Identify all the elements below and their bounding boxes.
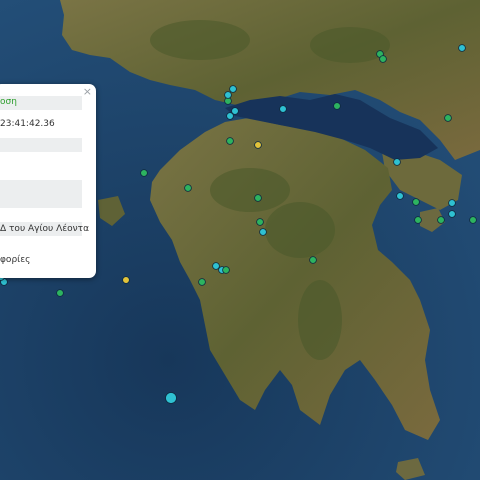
popup-title: οση [0,97,17,107]
popup-row-bg [0,138,82,152]
earthquake-marker[interactable] [184,184,192,192]
earthquake-marker[interactable] [222,266,230,274]
close-icon[interactable]: × [83,86,92,98]
earthquake-marker[interactable] [414,216,422,224]
earthquake-marker[interactable] [458,44,466,52]
earthquake-marker[interactable] [259,228,267,236]
earthquake-marker[interactable] [379,55,387,63]
earthquake-marker[interactable] [448,210,456,218]
earthquake-marker[interactable] [469,216,477,224]
earthquake-popup: οση 23:41:42.36 Δ του Αγίου Λέοντα φορίε… [0,84,96,278]
earthquake-marker[interactable] [279,105,287,113]
earthquake-marker[interactable] [256,218,264,226]
earthquake-marker[interactable] [122,276,130,284]
earthquake-marker[interactable] [412,198,420,206]
earthquake-marker[interactable] [198,278,206,286]
earthquake-marker[interactable] [448,199,456,207]
earthquake-marker[interactable] [444,114,452,122]
popup-more-link[interactable]: φορίες [0,254,30,266]
popup-location: Δ του Αγίου Λέοντα [0,224,90,234]
earthquake-marker[interactable] [437,216,445,224]
earthquake-marker[interactable] [254,141,262,149]
earthquake-marker[interactable] [396,192,404,200]
popup-row-bg [0,180,82,208]
earthquake-marker[interactable] [309,256,317,264]
earthquake-marker[interactable] [333,102,341,110]
earthquake-marker[interactable] [226,137,234,145]
earthquake-marker[interactable] [56,289,64,297]
earthquake-marker[interactable] [254,194,262,202]
earthquake-marker[interactable] [393,158,401,166]
earthquake-marker[interactable] [229,85,237,93]
earthquake-marker[interactable] [212,262,220,270]
earthquake-marker[interactable] [140,169,148,177]
earthquake-marker[interactable] [165,392,177,404]
earthquake-marker[interactable] [226,112,234,120]
earthquake-marker[interactable] [224,91,232,99]
popup-time: 23:41:42.36 [0,119,55,129]
